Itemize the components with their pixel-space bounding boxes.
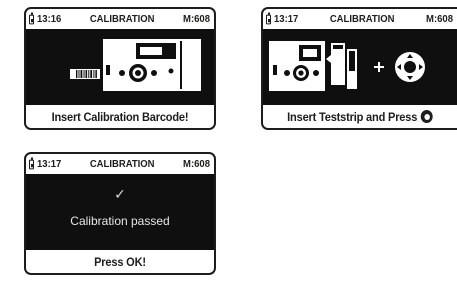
memory-indicator: M:608	[183, 158, 210, 170]
memory-indicator: M:608	[183, 13, 210, 25]
checkmark-icon: ✓	[114, 186, 126, 202]
navigation-button-icon	[395, 52, 425, 82]
teststrip-icon	[326, 43, 357, 89]
meter-device-icon	[269, 41, 325, 91]
screen-title: CALIBRATION	[89, 158, 155, 170]
instruction-text: Press OK!	[94, 254, 146, 269]
status-message: Calibration passed	[70, 214, 170, 228]
instruction-footer: Insert Calibration Barcode!	[34, 105, 207, 128]
display-area: ✓ Calibration passed	[26, 174, 214, 250]
screen-title: CALIBRATION	[89, 13, 155, 25]
clock-time: 13:17	[37, 158, 62, 170]
clock-time: 13:17	[274, 13, 299, 25]
battery-icon	[29, 11, 34, 24]
calibration-screen-barcode: 13:16 CALIBRATION M:608 Insert Calibrati…	[24, 7, 216, 130]
display-area	[263, 29, 457, 105]
instruction-text: Insert Teststrip and Press	[287, 109, 418, 124]
memory-indicator: M:608	[426, 13, 453, 25]
instruction-footer: Insert Teststrip and Press	[271, 105, 449, 128]
instruction-footer: Press OK!	[34, 250, 207, 273]
calibration-screen-passed: 13:17 CALIBRATION M:608 ✓ Calibration pa…	[24, 152, 216, 275]
status-bar: 13:17 CALIBRATION M:608	[26, 154, 214, 175]
plus-icon	[374, 62, 384, 72]
clock-time: 13:16	[37, 13, 62, 25]
status-bar: 13:16 CALIBRATION M:608	[26, 9, 214, 30]
instruction-text: Insert Calibration Barcode!	[51, 109, 189, 124]
barcode-into-meter-illustration	[70, 39, 201, 91]
screen-title: CALIBRATION	[329, 13, 395, 25]
display-area	[26, 29, 214, 105]
calibration-screen-teststrip: 13:17 CALIBRATION M:608 Insert Teststrip…	[261, 7, 457, 130]
meter-device-icon	[103, 39, 201, 91]
battery-icon	[266, 11, 271, 24]
ok-button-icon	[420, 110, 433, 123]
status-bar: 13:17 CALIBRATION M:608	[263, 9, 457, 30]
barcode-icon	[70, 69, 100, 79]
teststrip-plus-button-illustration	[269, 41, 425, 91]
battery-icon	[29, 156, 34, 169]
